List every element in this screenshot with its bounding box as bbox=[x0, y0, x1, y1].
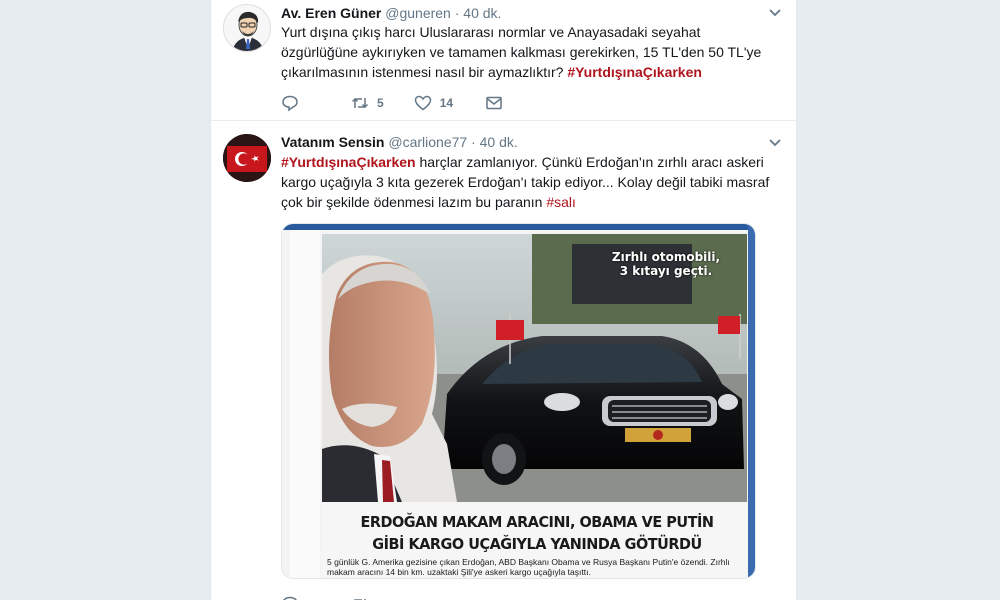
tweet-photo[interactable]: Zırhlı otomobili, 3 kıtayı geçti. ERDOĞA… bbox=[281, 223, 756, 579]
newspaper-headline: ERDOĞAN MAKAM ARACINI, OBAMA VE PUTİN bbox=[360, 513, 714, 531]
avatar[interactable] bbox=[223, 134, 271, 182]
retweet-button[interactable] bbox=[351, 595, 369, 600]
like-button[interactable]: 14 bbox=[414, 94, 453, 112]
avatar[interactable] bbox=[223, 4, 271, 52]
newspaper-headline: GİBİ KARGO UÇAĞIYLA YANINDA GÖTÜRDÜ bbox=[372, 535, 702, 553]
tweet-actions bbox=[281, 594, 405, 600]
direct-message-button[interactable] bbox=[485, 94, 503, 112]
timestamp[interactable]: 40 dk. bbox=[480, 134, 518, 150]
display-name[interactable]: Av. Eren Güner bbox=[281, 5, 381, 21]
tweet-text: Yurt dışına çıkış harcı Uluslararası nor… bbox=[281, 22, 781, 82]
timestamp[interactable]: 40 dk. bbox=[463, 5, 501, 21]
tweet-header: Av. Eren Güner @guneren · 40 dk. bbox=[281, 4, 501, 22]
tweet-text: #YurtdışınaÇıkarken harçlar zamlanıyor. … bbox=[281, 152, 781, 212]
reply-icon bbox=[283, 596, 297, 600]
display-name[interactable]: Vatanım Sensin bbox=[281, 134, 384, 150]
timeline: Av. Eren Güner @guneren · 40 dk. Yurt dı… bbox=[210, 0, 797, 600]
username[interactable]: @guneren bbox=[385, 5, 451, 21]
tweet-actions: 5 14 bbox=[281, 93, 539, 113]
separator: · bbox=[471, 134, 476, 150]
retweet-count: 5 bbox=[377, 96, 384, 110]
reply-button[interactable] bbox=[281, 94, 299, 112]
hashtag-link[interactable]: #YurtdışınaÇıkarken bbox=[281, 154, 416, 170]
retweet-icon bbox=[353, 598, 366, 600]
username[interactable]: @carlione77 bbox=[388, 134, 467, 150]
chevron-down-icon[interactable] bbox=[768, 136, 782, 150]
like-icon bbox=[414, 95, 431, 111]
message-icon bbox=[486, 96, 502, 110]
tweet[interactable]: Av. Eren Güner @guneren · 40 dk. Yurt dı… bbox=[211, 0, 796, 121]
retweet-icon bbox=[351, 97, 369, 109]
like-count: 14 bbox=[439, 96, 454, 110]
turkish-flag-icon bbox=[223, 134, 271, 182]
reply-icon bbox=[282, 95, 298, 112]
separator: · bbox=[454, 5, 460, 21]
chevron-down-icon[interactable] bbox=[768, 6, 782, 20]
photo-overlay-text: Zırhlı otomobili, 3 kıtayı geçti. bbox=[611, 250, 721, 278]
hashtag-link[interactable]: #YurtdışınaÇıkarken bbox=[567, 64, 702, 80]
tweet[interactable]: Vatanım Sensin @carlione77 · 40 dk. #Yur… bbox=[211, 122, 796, 600]
tweet-header: Vatanım Sensin @carlione77 · 40 dk. bbox=[281, 133, 518, 151]
avatar-cartoon-icon bbox=[224, 5, 270, 51]
reply-button[interactable] bbox=[281, 595, 299, 600]
newspaper-caption: 5 günlük G. Amerika gezisine çıkan Erdoğ… bbox=[327, 557, 730, 577]
retweet-button[interactable]: 5 bbox=[351, 94, 384, 112]
hashtag-link-sali[interactable]: #salı bbox=[546, 194, 576, 210]
